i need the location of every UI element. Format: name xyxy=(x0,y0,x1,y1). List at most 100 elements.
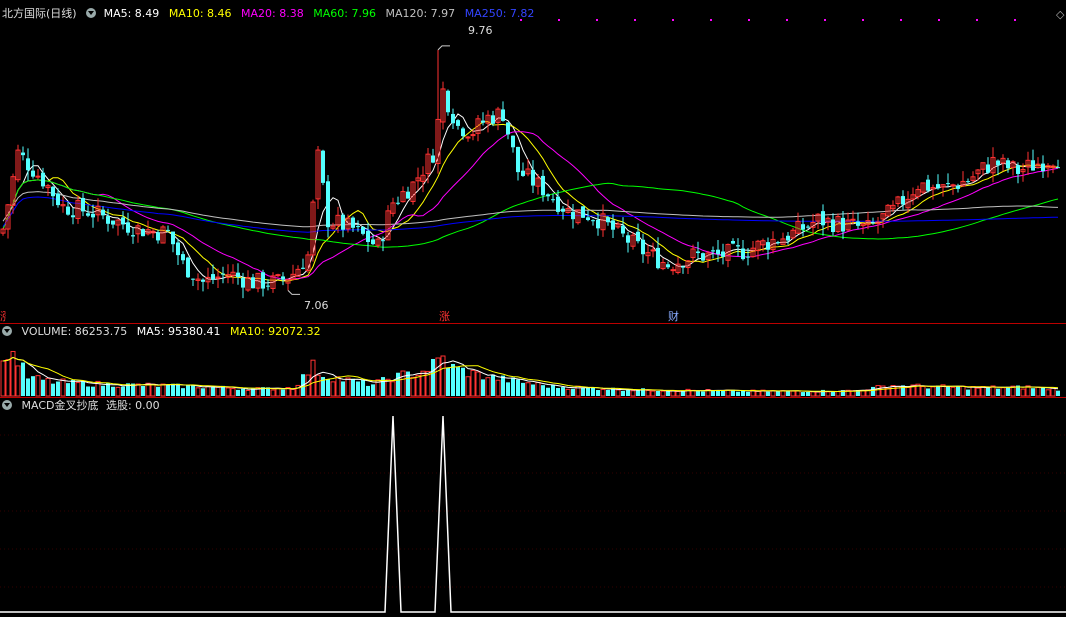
candle-body xyxy=(31,170,35,177)
volume-bar xyxy=(871,386,875,396)
volume-bar xyxy=(160,383,166,397)
candle-body xyxy=(936,184,940,189)
volume-bar xyxy=(551,384,555,396)
candle-body xyxy=(51,186,55,197)
volume-bar xyxy=(470,369,476,397)
candle-body xyxy=(266,285,270,287)
volume-bar xyxy=(930,386,936,397)
volume-bar xyxy=(290,388,296,397)
volume-bar xyxy=(541,385,545,396)
volume-bar xyxy=(521,382,525,396)
cai-event-marker[interactable]: 财 xyxy=(668,308,679,324)
candle-body xyxy=(81,197,85,212)
candle-body xyxy=(176,242,180,256)
volume-bar xyxy=(1041,387,1045,396)
volume-bar xyxy=(996,388,1000,396)
volume-bar xyxy=(621,390,625,396)
candle-body xyxy=(371,239,375,245)
volume-bar xyxy=(195,387,201,397)
volume-bar xyxy=(606,389,610,396)
volume-bar xyxy=(946,386,950,396)
candle-body xyxy=(141,229,145,237)
volume-bar xyxy=(211,386,215,396)
diamond-icon[interactable]: ◇ xyxy=(1056,8,1064,21)
volume-bar xyxy=(936,385,940,396)
ma120-label: MA120: 7.97 xyxy=(385,7,456,20)
candle-body xyxy=(731,241,735,244)
candle-body xyxy=(806,226,810,228)
candle-body xyxy=(186,257,190,278)
volume-bar xyxy=(755,390,761,397)
volume-bar xyxy=(1000,387,1006,397)
volume-bar xyxy=(330,381,336,397)
volume-bar xyxy=(581,387,585,396)
volume-bar xyxy=(885,388,891,397)
candle-body xyxy=(236,272,240,277)
volume-bar xyxy=(410,376,416,397)
volume-bar xyxy=(75,382,81,397)
volume-bar xyxy=(446,367,450,396)
candle-body xyxy=(571,211,575,220)
volume-bar xyxy=(351,378,355,396)
zhang-event-marker[interactable]: 涨 xyxy=(439,308,450,324)
volume-bar xyxy=(215,386,221,397)
volume-bar xyxy=(831,391,835,396)
volume-bar xyxy=(71,379,75,396)
candle-body xyxy=(681,266,685,268)
volume-bar xyxy=(225,387,231,397)
candle-body xyxy=(611,220,615,230)
volume-bar xyxy=(546,387,550,396)
candle-body xyxy=(171,231,175,245)
candle-body xyxy=(21,152,25,156)
volume-bar xyxy=(415,374,421,397)
volume-bar xyxy=(150,383,156,397)
volume-bar xyxy=(666,391,670,396)
volume-bar xyxy=(440,355,446,397)
candle-body xyxy=(181,254,185,261)
volume-bar xyxy=(86,386,90,396)
candle-body xyxy=(696,251,700,254)
volume-bar xyxy=(26,378,30,396)
candle-body xyxy=(101,209,105,216)
event-dot xyxy=(824,19,826,21)
volume-bar xyxy=(366,385,370,396)
volume-settings-icon[interactable] xyxy=(2,326,12,336)
macd-panel-header: MACD金叉抄底 选股: 0.00 xyxy=(2,398,166,414)
candle-body xyxy=(201,279,205,282)
candle-body xyxy=(716,249,720,255)
volume-bar xyxy=(600,388,606,397)
candle-body xyxy=(361,226,365,234)
volume-bar xyxy=(205,385,211,397)
volume-bar xyxy=(535,381,541,397)
candle-body xyxy=(871,222,875,224)
volume-bar xyxy=(711,390,715,396)
candle-body xyxy=(621,225,625,234)
volume-bar xyxy=(181,388,185,396)
volume-bar xyxy=(615,389,621,397)
candle-body xyxy=(956,185,960,189)
candle-body xyxy=(561,208,565,212)
candle-body xyxy=(321,150,325,183)
macd-settings-icon[interactable] xyxy=(2,400,12,410)
candle-body xyxy=(351,217,355,228)
candle-body xyxy=(71,215,75,218)
volume-bar xyxy=(245,389,251,397)
candle-body xyxy=(741,248,745,260)
volume-bar xyxy=(141,386,145,396)
settings-dropdown-icon[interactable] xyxy=(86,8,97,18)
volume-bar xyxy=(281,389,285,396)
candle-body xyxy=(111,220,115,225)
volume-bar xyxy=(525,382,531,397)
volume-bar xyxy=(511,377,515,396)
volume-bar xyxy=(230,388,236,397)
volume-bar xyxy=(656,390,660,396)
candle-body xyxy=(211,274,215,280)
volume-bar xyxy=(1020,388,1026,397)
macd-signal-line xyxy=(0,415,1066,613)
volume-bar xyxy=(465,376,471,397)
volume-bar xyxy=(166,384,170,396)
volume-bar xyxy=(481,379,485,396)
candle-body xyxy=(481,120,485,123)
volume-bar xyxy=(56,381,60,396)
candle-body xyxy=(850,218,856,221)
